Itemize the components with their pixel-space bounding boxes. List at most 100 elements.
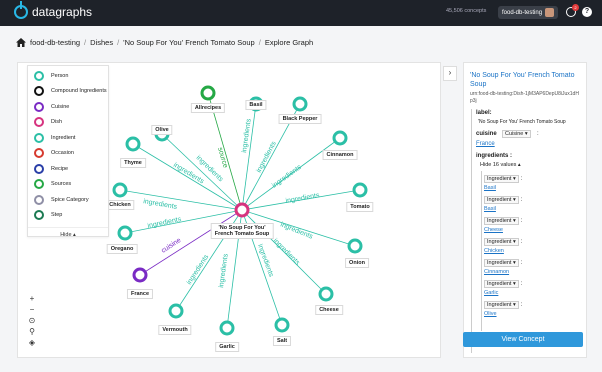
legend-swatch (34, 101, 44, 112)
ingredient-node-cinnamon[interactable] (332, 130, 348, 146)
ingredient-link[interactable]: Garlic (484, 290, 498, 296)
ingredient-node-tomato[interactable] (352, 182, 368, 198)
colon: : (520, 218, 523, 224)
legend-hide-button[interactable]: Hide ▴ (28, 227, 108, 238)
node-label-vermouth: Vermouth (158, 325, 192, 335)
logo-text: datagraphs (32, 5, 93, 19)
node-label-france: France (126, 289, 154, 299)
ingredient-type-select[interactable]: Ingredient ▾ : (484, 175, 522, 183)
ingredient-node-black-pepper[interactable] (292, 96, 308, 112)
legend-label: Person (51, 72, 69, 79)
ingredient-link[interactable]: Cinnamon (484, 269, 509, 275)
legend-item-dish[interactable]: Dish (28, 115, 108, 131)
legend-item-compound-ingredients[interactable]: Compound Ingredients (28, 84, 108, 100)
legend-item-occasion[interactable]: Occasion (28, 146, 108, 162)
project-switcher[interactable]: food-db-testing (498, 6, 559, 19)
legend-item-cuisine[interactable]: Cuisine (28, 99, 108, 115)
ingredient-type-select[interactable]: Ingredient ▾ : (484, 238, 522, 246)
edge-label: ingredients (272, 237, 302, 267)
cuisine-value-link[interactable]: France (476, 141, 495, 147)
ingredient-select-label: Ingredient ▾ (484, 238, 519, 246)
home-icon[interactable] (16, 38, 26, 47)
legend-item-sources[interactable]: Sources (28, 177, 108, 193)
view-concept-button[interactable]: View Concept (463, 332, 583, 347)
node-label-thyme: Thyme (120, 158, 146, 168)
colon: : (520, 197, 523, 203)
edge-label: ingredients (143, 198, 178, 211)
ingredient-link[interactable]: Basil (484, 185, 496, 191)
dish-node[interactable] (234, 202, 250, 218)
zoom-out-icon[interactable]: − (27, 305, 37, 315)
legend-item-step[interactable]: Step (28, 208, 108, 224)
ingredient-node-cheese[interactable] (318, 286, 334, 302)
breadcrumb-dish[interactable]: 'No Soup For You' French Tomato Soup (123, 38, 255, 47)
node-label-onion: Onion (345, 258, 369, 268)
collapse-panel-button[interactable]: › (443, 66, 457, 81)
breadcrumb-project[interactable]: food-db-testing (30, 38, 80, 47)
node-label-black-pepper: Black Pepper (278, 114, 322, 124)
node-label-cheese: Cheese (315, 305, 343, 315)
help-icon[interactable]: ? (582, 7, 592, 17)
ingredient-link[interactable]: Chicken (484, 248, 504, 254)
cuisine-select-label: Cuisine ▾ (502, 130, 531, 138)
legend-item-spice-category[interactable]: Spice Category (28, 192, 108, 208)
zoom-in-icon[interactable]: + (27, 294, 37, 304)
legend-label: Dish (51, 119, 63, 126)
layers-icon[interactable]: ◈ (27, 338, 37, 348)
ingredient-link[interactable]: Basil (484, 206, 496, 212)
concept-title[interactable]: 'No Soup For You' French Tomato Soup (470, 71, 580, 89)
concept-count: 45,506 concepts (446, 8, 487, 14)
legend-item-ingredient[interactable]: Ingredient (28, 130, 108, 146)
ingredient-type-select[interactable]: Ingredient ▾ : (484, 196, 522, 204)
cuisine-type-select[interactable]: Cuisine ▾ (502, 130, 531, 138)
ingredient-node-salt[interactable] (274, 317, 290, 333)
colon: : (520, 260, 523, 266)
ingredient-select-label: Ingredient ▾ (484, 217, 519, 225)
cuisine-node-france[interactable] (132, 267, 148, 283)
breadcrumb-dishes[interactable]: Dishes (90, 38, 113, 47)
ingredient-type-select[interactable]: Ingredient ▾ : (484, 217, 522, 225)
cuisine-key: cuisine (476, 131, 497, 137)
pin-icon[interactable]: ⚲ (27, 327, 37, 337)
legend-item-recipe[interactable]: Recipe (28, 161, 108, 177)
ingredient-node-oregano[interactable] (117, 225, 133, 241)
ingredient-link[interactable]: Cheese (484, 227, 503, 233)
edge-label: ingredients (285, 192, 320, 205)
concept-panel: 'No Soup For You' French Tomato Soup urn… (463, 62, 587, 358)
hide-values-button[interactable]: Hide 16 values ▴ (480, 162, 521, 168)
dish-node-label: 'No Soup For You' French Tomato Soup (210, 223, 274, 239)
ingredient-link[interactable]: Olive (484, 311, 497, 317)
legend-swatch (34, 86, 44, 97)
ingredient-type-select[interactable]: Ingredient ▾ : (484, 301, 522, 309)
legend-swatch (34, 163, 44, 174)
ingredient-node-vermouth[interactable] (168, 303, 184, 319)
concept-urn: urn:food-db-testing:Dish-1jM3AP6DepU8iJu… (470, 91, 579, 104)
dish-label-line-2: French Tomato Soup (214, 231, 270, 237)
legend-label: Compound Ingredients (51, 88, 107, 95)
ingredient-type-select[interactable]: Ingredient ▾ : (484, 280, 522, 288)
legend-swatch (34, 210, 44, 221)
legend-item-person[interactable]: Person (28, 68, 108, 84)
notification-badge: 2 (572, 4, 579, 11)
tree-line (481, 171, 482, 331)
node-label-basil: Basil (245, 100, 267, 110)
node-label-chicken: Chicken (105, 200, 135, 210)
legend-label: Recipe (51, 165, 69, 172)
ingredient-node-garlic[interactable] (219, 320, 235, 336)
ingredient-node-chicken[interactable] (112, 182, 128, 198)
node-label-allrecipes: Allrecipes (190, 103, 226, 113)
legend-swatch (34, 117, 44, 128)
fit-view-icon[interactable]: ⊙ (27, 316, 37, 326)
edge-label: ingredients (271, 164, 303, 190)
legend-swatch (34, 194, 44, 205)
ingredient-select-label: Ingredient ▾ (484, 280, 519, 288)
node-label-olive: Olive (151, 125, 173, 135)
app-logo[interactable]: datagraphs (14, 1, 93, 19)
ingredient-node-onion[interactable] (347, 238, 363, 254)
ingredient-select-label: Ingredient ▾ (484, 259, 519, 267)
legend-label: Spice Category (51, 196, 89, 203)
ingredient-node-thyme[interactable] (125, 136, 141, 152)
source-node-allrecipes[interactable] (200, 85, 216, 101)
ingredient-type-select[interactable]: Ingredient ▾ : (484, 259, 522, 267)
project-name: food-db-testing (502, 9, 543, 16)
